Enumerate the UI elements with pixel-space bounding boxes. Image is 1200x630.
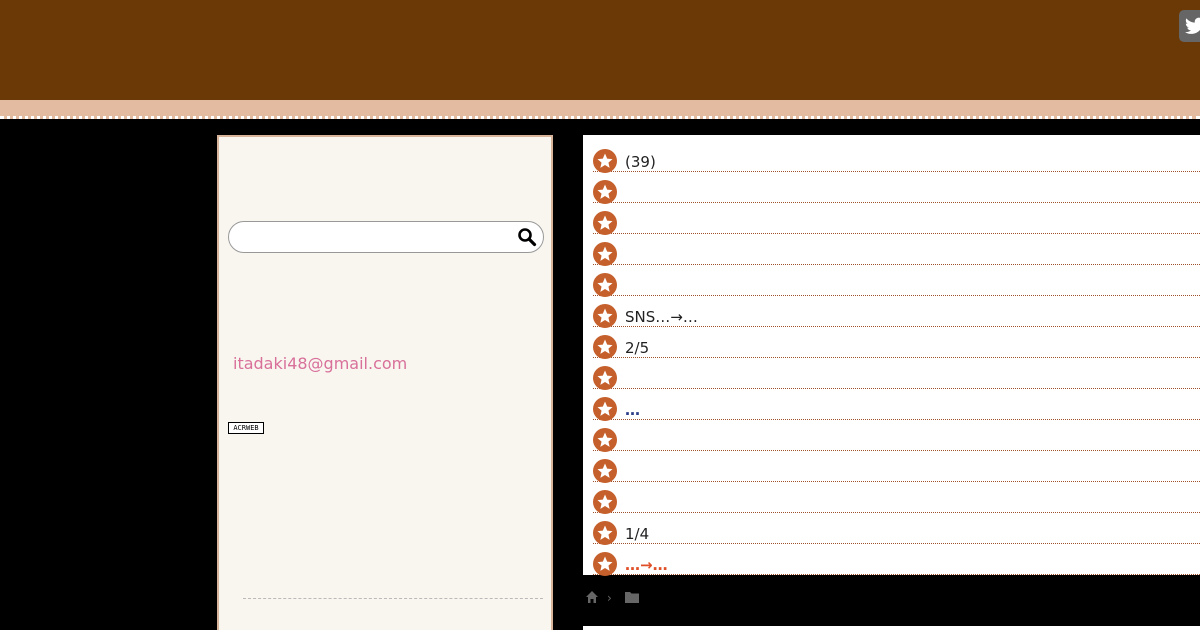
site-header [0, 0, 1200, 100]
list-item[interactable] [593, 482, 1200, 514]
list-item[interactable] [593, 265, 1200, 297]
list-item[interactable]: 1/4 [593, 513, 1200, 545]
search-icon[interactable] [517, 227, 537, 247]
star-icon [593, 335, 617, 359]
star-icon [593, 242, 617, 266]
email-link[interactable]: itadaki48@gmail.com [233, 354, 407, 373]
star-icon [593, 273, 617, 297]
list-item-label: … [625, 401, 640, 419]
list-item[interactable] [593, 420, 1200, 452]
list-item-label: 1/4 [625, 525, 650, 543]
star-icon [593, 521, 617, 545]
list-item[interactable] [593, 234, 1200, 266]
list-item-label: …→… [625, 556, 668, 574]
breadcrumb-separator: › [607, 591, 612, 605]
star-icon [593, 180, 617, 204]
list-item[interactable] [593, 172, 1200, 204]
list-item[interactable]: …→… [593, 544, 1200, 576]
list-item[interactable]: 2/5 [593, 327, 1200, 359]
search-input[interactable] [239, 226, 509, 248]
list-item-label: (39) [625, 153, 656, 171]
sidebar: itadaki48@gmail.com ACRWEB [217, 135, 553, 630]
star-icon [593, 149, 617, 173]
star-icon [593, 552, 617, 576]
star-icon [593, 428, 617, 452]
list-item[interactable] [593, 358, 1200, 390]
list-item[interactable] [593, 203, 1200, 235]
list-item[interactable]: … [593, 389, 1200, 421]
twitter-icon [1185, 17, 1200, 34]
search-box [228, 221, 544, 253]
article-list: (39) SNS…→… 2/5 … 1/4 …→… [583, 135, 1200, 576]
star-icon [593, 490, 617, 514]
home-icon[interactable] [585, 590, 599, 604]
star-icon [593, 459, 617, 483]
acrweb-badge[interactable]: ACRWEB [228, 422, 264, 434]
list-item-label: SNS…→… [625, 308, 698, 326]
sidebar-divider [243, 598, 543, 599]
star-icon [593, 397, 617, 421]
header-band [0, 100, 1200, 119]
list-item[interactable] [593, 451, 1200, 483]
content-edge [583, 626, 1200, 630]
folder-icon[interactable] [625, 591, 639, 603]
star-icon [593, 211, 617, 235]
star-icon [593, 304, 617, 328]
twitter-button[interactable] [1179, 10, 1200, 42]
list-item-label: 2/5 [625, 339, 650, 357]
star-icon [593, 366, 617, 390]
list-item[interactable]: SNS…→… [593, 296, 1200, 328]
list-item[interactable]: (39) [593, 141, 1200, 173]
